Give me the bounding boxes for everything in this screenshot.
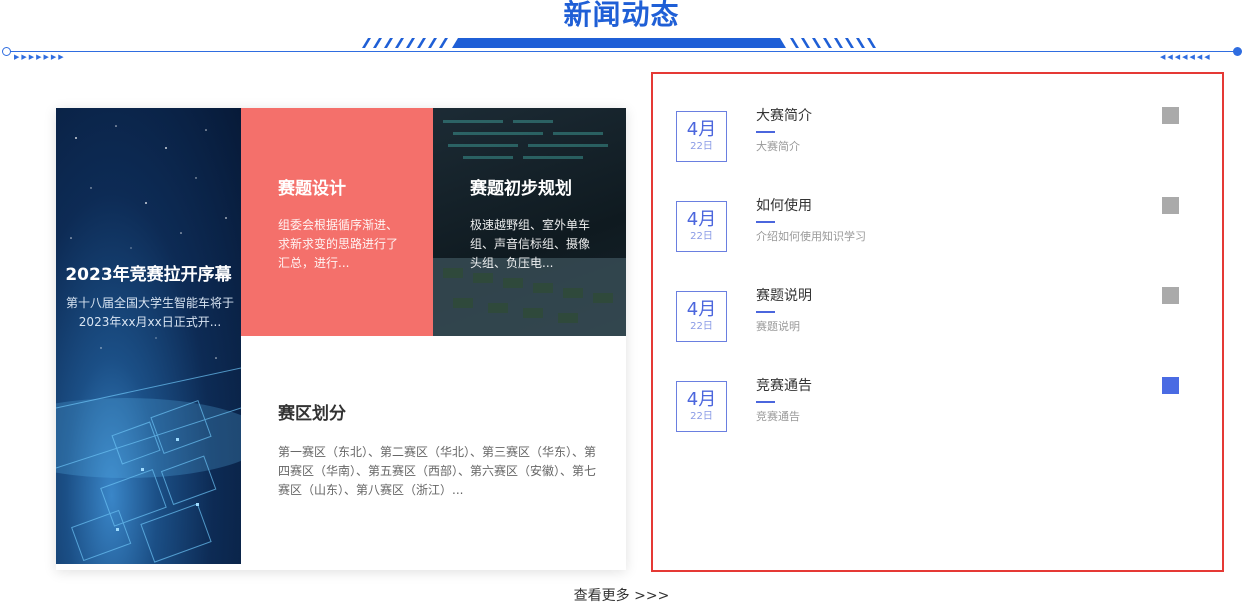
- date-badge: 4月 22日: [676, 111, 727, 162]
- card-summary: 极速越野组、室外单车组、声音信标组、摄像头组、负压电...: [470, 218, 591, 270]
- title-underline: [756, 221, 775, 223]
- feature-mosaic: 2023年竞赛拉开序幕 第十八届全国大学生智能车将于2023年xx月xx日正式开…: [56, 108, 626, 570]
- title-underline: [756, 131, 775, 133]
- date-month: 4月: [686, 299, 717, 320]
- card-summary: 第十八届全国大学生智能车将于2023年xx月xx日正式开...: [65, 296, 234, 329]
- feature-card-problem-design[interactable]: 赛题设计 组委会根据循序渐进、求新求变的思路进行了汇总，进行...: [241, 108, 433, 336]
- card-title: 赛题初步规划: [470, 179, 572, 199]
- feature-card-problem-plan[interactable]: 赛题初步规划 极速越野组、室外单车组、声音信标组、摄像头组、负压电...: [433, 108, 626, 336]
- divider-dot-right: [1233, 47, 1242, 56]
- date-day: 22日: [690, 321, 713, 332]
- card-summary: 组委会根据循序渐进、求新求变的思路进行了汇总，进行...: [278, 218, 399, 270]
- title-underline: [756, 311, 775, 313]
- square-indicator-icon: [1162, 287, 1179, 304]
- title-underline: [756, 401, 775, 403]
- square-indicator-icon: [1162, 107, 1179, 124]
- feature-card-competition-start[interactable]: 2023年竞赛拉开序幕 第十八届全国大学生智能车将于2023年xx月xx日正式开…: [56, 108, 241, 564]
- news-item[interactable]: 4月 22日 如何使用 介绍如何使用知识学习: [676, 195, 1206, 275]
- feature-card-region-division[interactable]: 赛区划分 第一赛区（东北）、第二赛区（华北）、第三赛区（华东）、第四赛区（华南）…: [241, 336, 626, 570]
- date-badge: 4月 22日: [676, 381, 727, 432]
- view-more-link[interactable]: 查看更多 >>>: [0, 585, 1243, 603]
- date-month: 4月: [686, 209, 717, 230]
- date-day: 22日: [690, 141, 713, 152]
- news-item[interactable]: 4月 22日 赛题说明 赛题说明: [676, 285, 1206, 365]
- news-description: 大赛简介: [756, 140, 800, 153]
- date-badge: 4月 22日: [676, 201, 727, 252]
- date-day: 22日: [690, 231, 713, 242]
- header-divider: [6, 51, 1238, 52]
- news-title[interactable]: 如何使用: [756, 195, 812, 215]
- news-item[interactable]: 4月 22日 竞赛通告 竞赛通告: [676, 375, 1206, 455]
- news-item[interactable]: 4月 22日 大赛简介 大赛简介: [676, 105, 1206, 185]
- card-title: 赛区划分: [278, 404, 346, 424]
- card-title: 赛题设计: [278, 179, 346, 199]
- news-title[interactable]: 大赛简介: [756, 105, 812, 125]
- card-title: 2023年竞赛拉开序幕: [65, 265, 232, 285]
- space-background-image: [56, 125, 241, 563]
- news-title[interactable]: 赛题说明: [756, 285, 812, 305]
- date-month: 4月: [686, 119, 717, 140]
- square-indicator-icon: [1162, 377, 1179, 394]
- card-summary: 第一赛区（东北）、第二赛区（华北）、第三赛区（华东）、第四赛区（华南）、第五赛区…: [278, 445, 597, 497]
- arrow-decoration-right: ◀◀◀◀◀◀◀: [1160, 53, 1212, 61]
- divider-dot-left: [2, 47, 11, 56]
- title-decoration: [362, 38, 876, 48]
- news-description: 竞赛通告: [756, 410, 800, 423]
- date-badge: 4月 22日: [676, 291, 727, 342]
- news-description: 赛题说明: [756, 320, 800, 333]
- date-month: 4月: [686, 389, 717, 410]
- arrow-decoration-left: ▶▶▶▶▶▶▶: [14, 53, 66, 61]
- square-indicator-icon: [1162, 197, 1179, 214]
- news-list-panel: 4月 22日 大赛简介 大赛简介 4月 22日 如何使用 介绍如何使用知识学习 …: [651, 72, 1224, 572]
- news-description: 介绍如何使用知识学习: [756, 230, 866, 243]
- news-title[interactable]: 竞赛通告: [756, 375, 812, 395]
- section-title: 新闻动态: [563, 0, 680, 31]
- date-day: 22日: [690, 411, 713, 422]
- news-section: 新闻动态 ▶▶▶▶▶▶▶ ◀◀◀◀◀◀◀ 2023年竞赛拉开序幕 第十八届全国大…: [0, 0, 1243, 603]
